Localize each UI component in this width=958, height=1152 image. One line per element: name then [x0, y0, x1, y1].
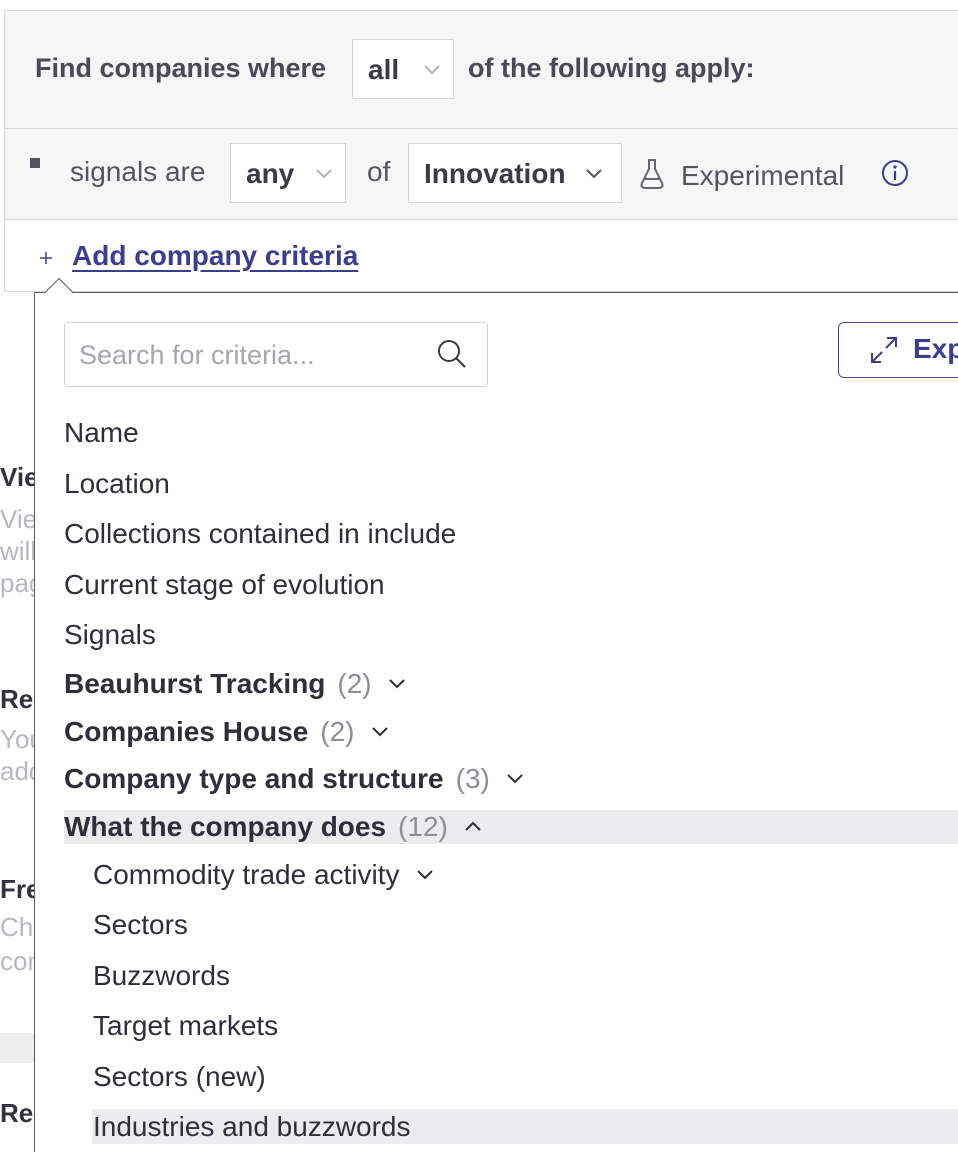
chevron-down-icon [388, 678, 405, 689]
criteria-group-companies-house[interactable]: Companies House (2) [64, 716, 391, 748]
signal-label: signals are [70, 156, 206, 187]
criteria-item-collections[interactable]: Collections contained in include [64, 518, 456, 550]
expand-label: Exp [913, 333, 958, 364]
bg-text: Vie [0, 462, 34, 492]
chevron-down-icon [507, 773, 523, 784]
match-mode-select[interactable]: all [352, 39, 454, 99]
group-label: Company type and structure [64, 763, 444, 794]
criteria-subitem-industries-buzzwords[interactable]: Industries and buzzwords [93, 1111, 411, 1143]
subitem-label: Commodity trade activity [93, 859, 400, 890]
match-mode-value: all [368, 54, 400, 85]
criteria-search-box[interactable] [64, 322, 488, 387]
bg-text: Rer [0, 1098, 34, 1128]
chevron-down-icon [316, 169, 332, 179]
add-company-criteria-link[interactable]: Add company criteria [72, 240, 358, 272]
criteria-group-company-type[interactable]: Company type and structure (3) [64, 763, 526, 795]
criteria-item-stage[interactable]: Current stage of evolution [64, 569, 385, 601]
criteria-group-what-company-does[interactable]: What the company does (12) [64, 811, 484, 843]
bg-text: will [0, 536, 34, 566]
filter-suffix: of the following apply: [468, 53, 755, 83]
quantifier-value: any [246, 158, 295, 189]
criteria-subitem-buzzwords[interactable]: Buzzwords [93, 960, 230, 992]
signal-value-select[interactable]: Innovation [408, 143, 622, 203]
bg-text: Fre [0, 874, 34, 904]
criteria-subitem-commodity-trade[interactable]: Commodity trade activity [93, 859, 436, 891]
group-label: Companies House [64, 716, 309, 747]
group-label: Beauhurst Tracking [64, 668, 326, 699]
quantifier-select[interactable]: any [230, 143, 346, 203]
group-count: (12) [398, 811, 448, 842]
group-count: (2) [320, 716, 355, 747]
chevron-up-icon [465, 821, 481, 831]
of-text: of [367, 156, 391, 187]
criteria-search-input[interactable] [79, 335, 429, 375]
criteria-bullet [30, 158, 40, 168]
bg-text: Rec [0, 684, 34, 714]
criteria-item-signals[interactable]: Signals [64, 619, 156, 651]
criteria-group-beauhurst-tracking[interactable]: Beauhurst Tracking (2) [64, 668, 408, 700]
bg-text: con [0, 946, 34, 976]
expand-icon [871, 337, 897, 363]
bg-text: pag [0, 568, 34, 598]
group-label: What the company does [64, 811, 387, 842]
plus-icon[interactable] [38, 250, 54, 266]
chevron-down-icon [371, 726, 388, 737]
chevron-down-icon [424, 65, 440, 75]
bg-divider [0, 1033, 34, 1063]
group-count: (2) [337, 668, 372, 699]
criteria-item-name[interactable]: Name [64, 417, 139, 449]
bg-text: Cho [0, 912, 34, 942]
group-count: (3) [455, 763, 490, 794]
chevron-down-icon [416, 869, 433, 880]
flask-icon [640, 159, 664, 189]
filter-prefix: Find companies where [35, 53, 327, 83]
search-icon[interactable] [435, 337, 469, 371]
criteria-subitem-sectors-new[interactable]: Sectors (new) [93, 1061, 266, 1093]
info-icon[interactable] [881, 159, 909, 187]
filter-header-row: Find companies where all of the followin… [5, 11, 958, 129]
criteria-item-location[interactable]: Location [64, 468, 170, 500]
chevron-down-icon [586, 169, 602, 179]
bg-text: Vie [0, 504, 34, 534]
criteria-subitem-sectors[interactable]: Sectors [93, 909, 188, 941]
signal-value: Innovation [424, 158, 566, 189]
bg-text: add [0, 756, 34, 786]
bg-text: You [0, 724, 34, 754]
expand-button[interactable]: Exp [838, 322, 958, 378]
experimental-label: Experimental [681, 160, 845, 191]
signal-criteria-row: signals are any of Innovation Experiment… [5, 129, 958, 220]
criteria-subitem-target-markets[interactable]: Target markets [93, 1010, 278, 1042]
